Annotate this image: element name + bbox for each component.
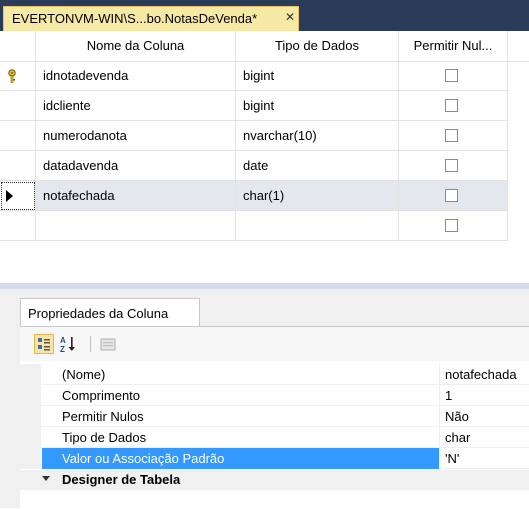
column-properties-panel: Propriedades da Coluna A Z (Nome) notafe… [0, 289, 529, 509]
property-value[interactable]: notafechada [441, 364, 529, 385]
tab-column-properties-label: Propriedades da Coluna [28, 306, 169, 321]
property-category[interactable]: Designer de Tabela [20, 470, 529, 490]
categorized-button[interactable] [34, 334, 54, 354]
table-row[interactable]: numerodanota nvarchar(10) [0, 121, 529, 151]
table-row[interactable]: idcliente bigint [0, 91, 529, 121]
property-value[interactable]: char [441, 427, 529, 448]
property-gutter [20, 406, 41, 427]
table-row[interactable]: datadavenda date [0, 151, 529, 181]
column-name-cell[interactable]: datadavenda [36, 151, 236, 181]
svg-text:A: A [60, 336, 66, 345]
property-row[interactable]: Tipo de Dados char [20, 427, 529, 448]
column-name-cell[interactable] [36, 211, 236, 241]
close-icon[interactable]: ✕ [285, 10, 295, 24]
property-pages-button[interactable] [98, 334, 118, 354]
property-gutter [20, 448, 41, 469]
property-pages-icon [100, 338, 116, 351]
document-tab[interactable]: EVERTONVM-WIN\S...bo.NotasDeVenda* ✕ [3, 6, 299, 31]
property-gutter [20, 385, 41, 406]
categorized-icon [38, 338, 50, 351]
current-row-arrow-icon [6, 190, 13, 202]
toolbar-separator [90, 336, 91, 352]
data-type-cell[interactable]: char(1) [236, 181, 399, 211]
category-label: Designer de Tabela [62, 472, 181, 487]
property-value[interactable]: Não [441, 406, 529, 427]
data-type-cell[interactable]: date [236, 151, 399, 181]
sort-alphabetical-icon: A Z [60, 336, 75, 354]
column-header-name[interactable]: Nome da Coluna [36, 31, 236, 61]
data-type-cell[interactable]: nvarchar(10) [236, 121, 399, 151]
property-row-selected[interactable]: Valor ou Associação Padrão 'N' [20, 448, 529, 469]
property-gutter [20, 364, 41, 385]
row-selector[interactable] [0, 61, 36, 91]
allow-nulls-checkbox[interactable] [445, 129, 458, 142]
document-tab-title: EVERTONVM-WIN\S...bo.NotasDeVenda* [12, 11, 258, 26]
alphabetical-button[interactable]: A Z [58, 334, 78, 354]
column-name-cell[interactable]: numerodanota [36, 121, 236, 151]
property-value[interactable]: 'N' [441, 448, 529, 469]
columns-grid: Nome da Coluna Tipo de Dados Permitir Nu… [0, 31, 529, 286]
allow-nulls-checkbox[interactable] [445, 189, 458, 202]
property-name: (Nome) [42, 364, 440, 385]
column-name-cell[interactable]: idnotadevenda [36, 61, 236, 91]
data-type-cell[interactable]: bigint [236, 91, 399, 121]
primary-key-icon [8, 69, 16, 83]
column-name-cell[interactable]: notafechada [36, 181, 236, 211]
property-row[interactable]: Permitir Nulos Não [20, 406, 529, 427]
row-selector[interactable] [0, 151, 36, 181]
row-selector[interactable] [0, 91, 36, 121]
column-header-type[interactable]: Tipo de Dados [236, 31, 399, 61]
row-selector[interactable] [0, 181, 36, 211]
tab-column-properties[interactable]: Propriedades da Coluna [20, 298, 200, 327]
allow-nulls-checkbox[interactable] [445, 69, 458, 82]
table-row[interactable] [0, 211, 529, 241]
table-row[interactable]: notafechada char(1) [0, 181, 529, 211]
property-name: Tipo de Dados [42, 427, 440, 448]
property-row[interactable]: (Nome) notafechada [20, 364, 529, 385]
property-name: Permitir Nulos [42, 406, 440, 427]
column-name-cell[interactable]: idcliente [36, 91, 236, 121]
property-name: Comprimento [42, 385, 440, 406]
row-header-corner [0, 31, 36, 61]
collapse-triangle-icon[interactable] [42, 476, 50, 481]
property-row[interactable]: Comprimento 1 [20, 385, 529, 406]
column-header-allow-nulls[interactable]: Permitir Nul... [399, 31, 508, 61]
table-row[interactable]: idnotadevenda bigint [0, 61, 529, 91]
property-gutter [20, 427, 41, 448]
property-grid: A Z (Nome) notafechada Comprimento 1 Per… [20, 326, 529, 509]
allow-nulls-checkbox[interactable] [445, 219, 458, 232]
svg-text:Z: Z [60, 345, 65, 354]
property-value[interactable]: 1 [441, 385, 529, 406]
property-toolbar: A Z [20, 327, 529, 361]
property-name: Valor ou Associação Padrão [42, 448, 440, 469]
document-tab-strip: EVERTONVM-WIN\S...bo.NotasDeVenda* ✕ [0, 0, 529, 31]
data-type-cell[interactable]: bigint [236, 61, 399, 91]
row-selector[interactable] [0, 121, 36, 151]
data-type-cell[interactable] [236, 211, 399, 241]
allow-nulls-checkbox[interactable] [445, 159, 458, 172]
row-selector[interactable] [0, 211, 36, 241]
allow-nulls-checkbox[interactable] [445, 99, 458, 112]
grid-header: Nome da Coluna Tipo de Dados Permitir Nu… [0, 31, 529, 62]
